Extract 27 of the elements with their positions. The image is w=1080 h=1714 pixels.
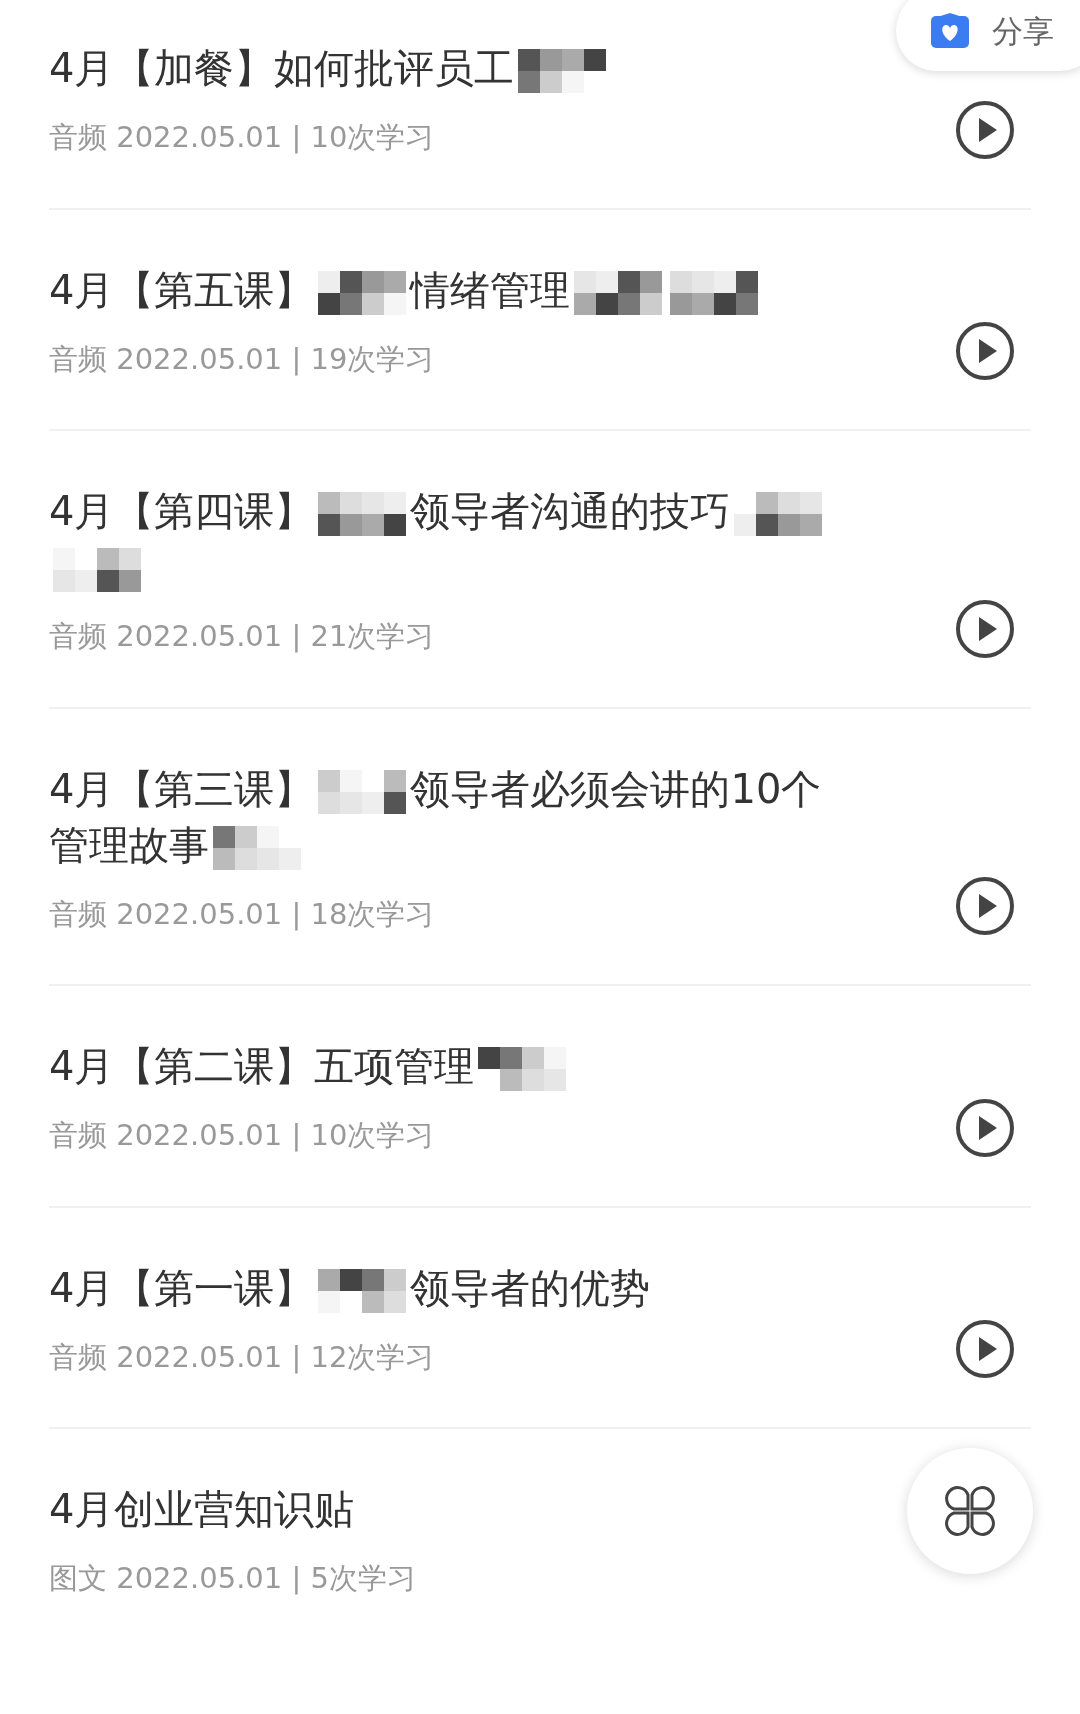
play-button[interactable] (955, 1319, 1015, 1379)
lesson-title: 4月创业营知识贴 (49, 1485, 355, 1534)
lesson-meta: 音频 2022.05.01 | 10次学习 (49, 119, 436, 156)
lesson-title: 领导者沟通的技巧 (410, 487, 731, 536)
lesson-title: 4月【加餐】如何批评员工 (49, 44, 515, 93)
lesson-title: 4月【第三课】 (49, 764, 315, 814)
play-button[interactable] (955, 99, 1015, 160)
play-button[interactable] (955, 876, 1015, 936)
share-button[interactable]: 分享 (896, 0, 1080, 71)
lesson-title: 情绪管理 (410, 265, 571, 315)
lesson-meta: 音频 2022.05.01 | 19次学习 (49, 340, 436, 378)
lesson-meta: 音频 2022.05.01 | 18次学习 (49, 895, 436, 933)
lesson-meta: 音频 2022.05.01 | 12次学习 (49, 1338, 436, 1376)
play-button[interactable] (955, 321, 1015, 381)
lesson-title: 领导者必须会讲的10个 (410, 764, 822, 814)
lesson-meta: 图文 2022.05.01 | 5次学习 (49, 1560, 417, 1597)
lesson-meta: 音频 2022.05.01 | 10次学习 (49, 1117, 436, 1154)
lesson-title: 4月【第一课】 (49, 1263, 315, 1313)
play-button[interactable] (955, 1097, 1015, 1158)
lesson-title: 4月【第五课】 (49, 265, 315, 315)
lesson-title: 领导者的优势 (410, 1263, 651, 1313)
play-button[interactable] (955, 598, 1015, 659)
lesson-title: 4月【第二课】五项管理 (49, 1042, 475, 1091)
lesson-title: 4月【第四课】 (49, 487, 315, 536)
heart-mail-icon (930, 13, 970, 50)
lesson-meta: 音频 2022.05.01 | 21次学习 (49, 618, 436, 655)
lesson-title: 管理故事 (49, 820, 209, 870)
